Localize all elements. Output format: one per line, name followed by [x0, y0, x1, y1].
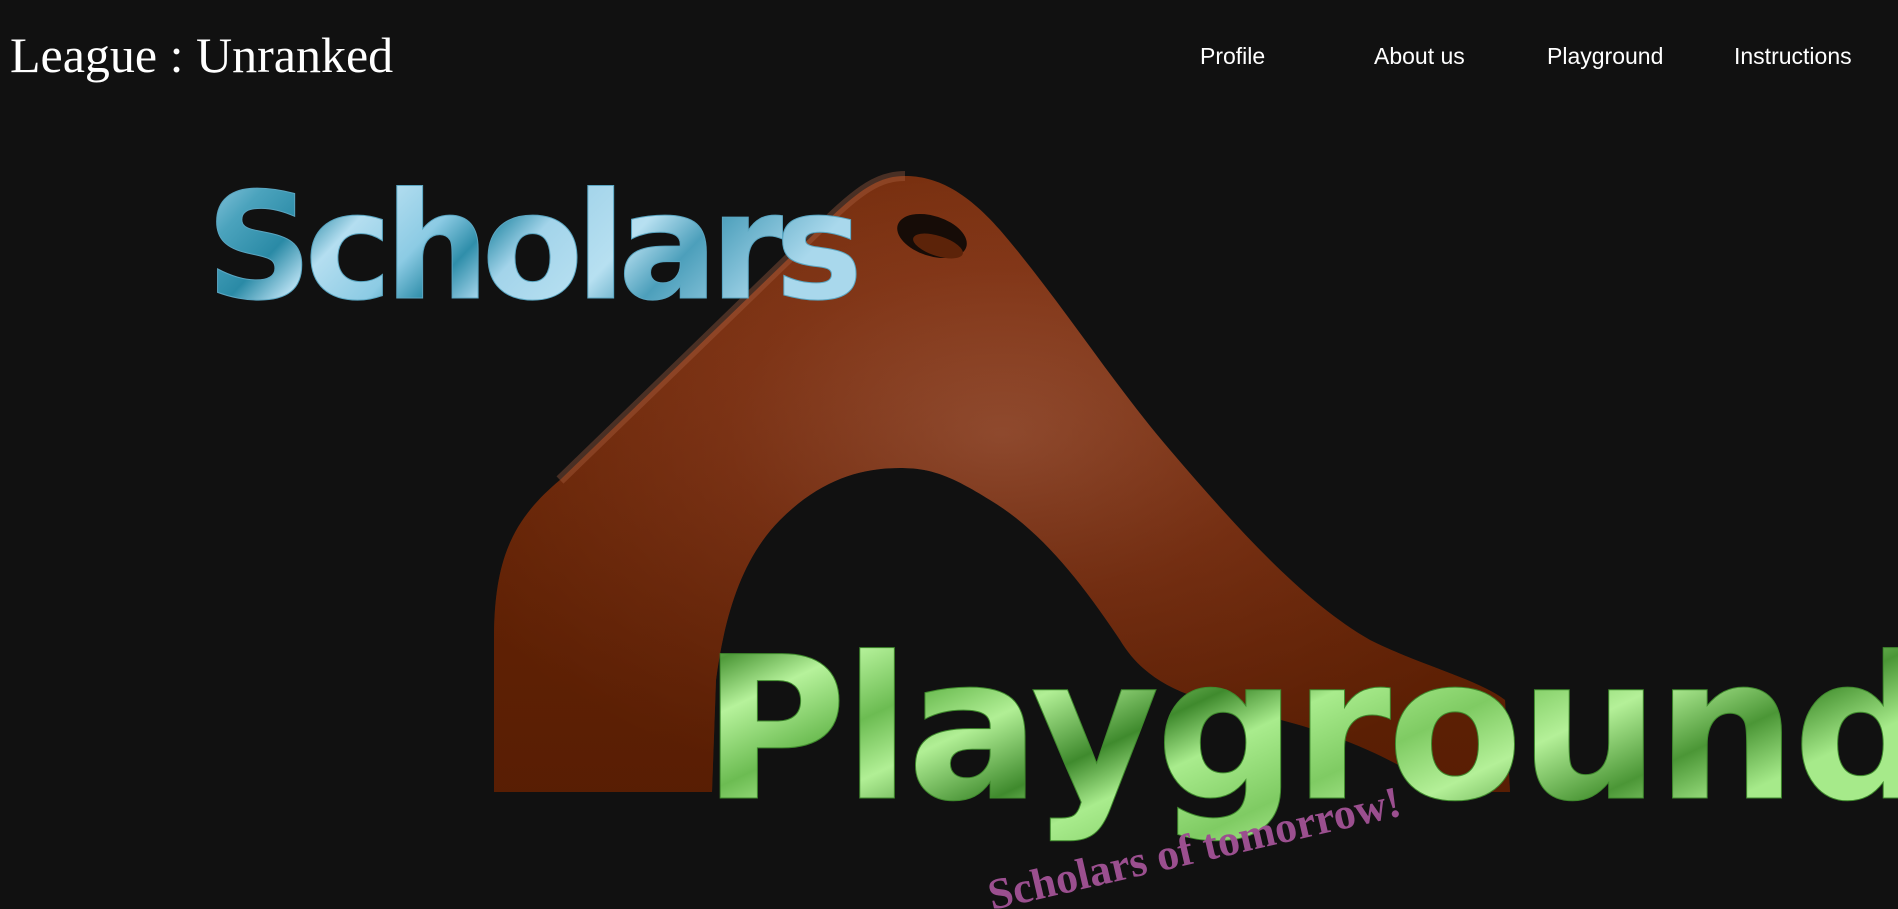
page: League : Unranked Profile About us Playg… — [0, 0, 1898, 909]
hero-logo: Scholars Playground Scholars of tomorrow… — [206, 161, 1898, 909]
title-scholars: Scholars — [206, 161, 857, 333]
